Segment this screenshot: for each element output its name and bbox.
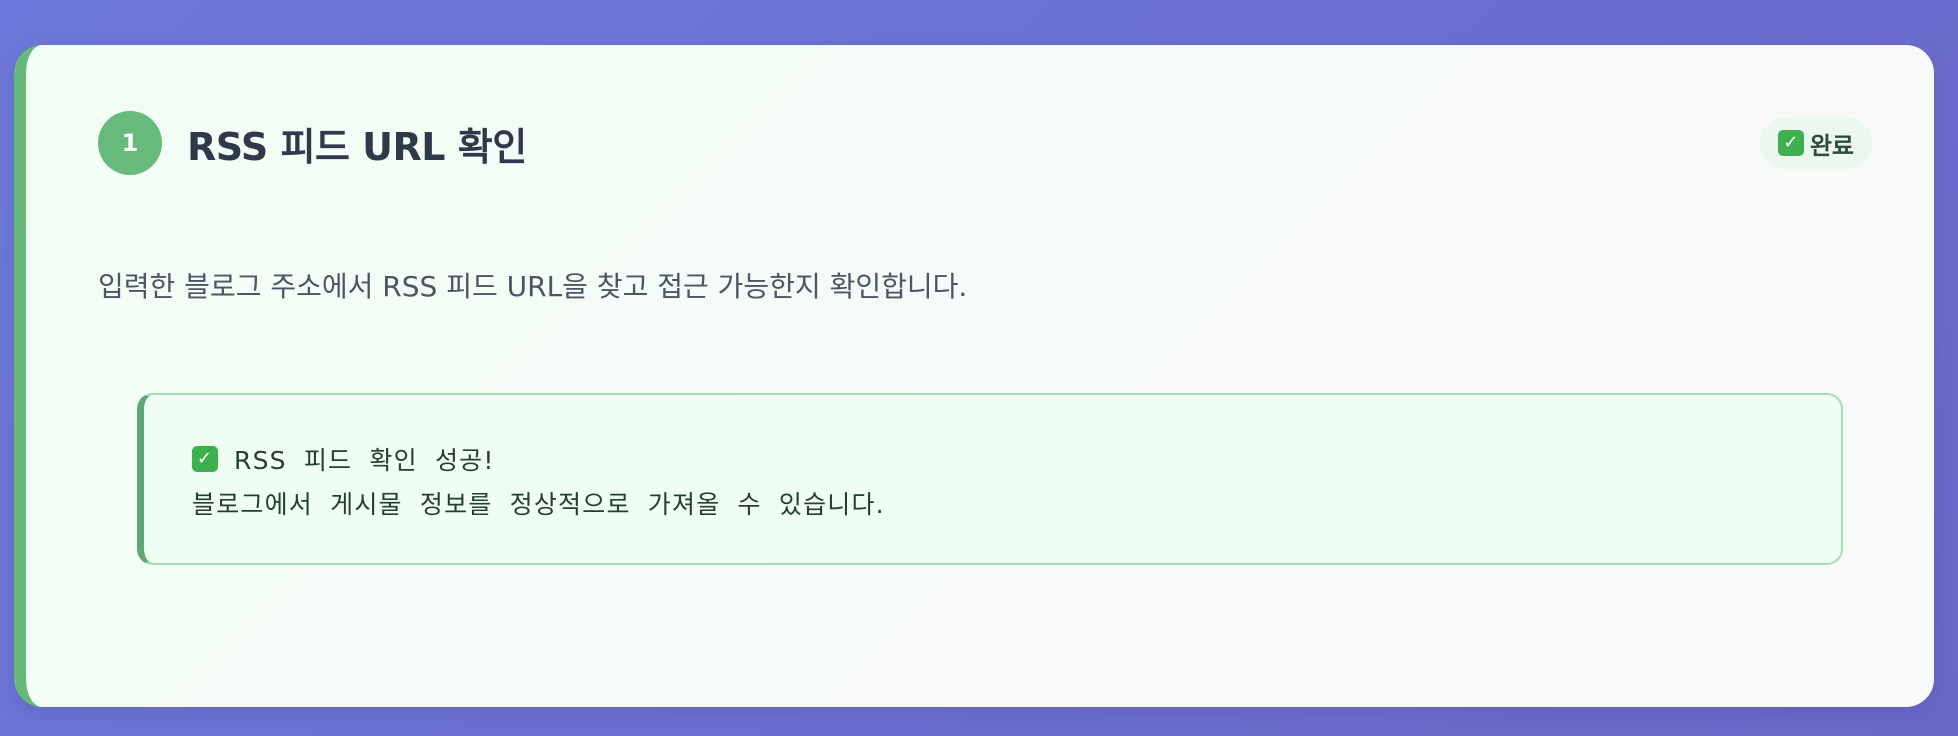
result-title-line: ✓ RSS 피드 확인 성공! — [192, 437, 1841, 481]
check-box-icon: ✓ — [192, 446, 218, 472]
status-badge: ✓ 완료 — [1759, 117, 1872, 169]
check-box-icon: ✓ — [1777, 130, 1804, 156]
step-header: 1 RSS 피드 URL 확인 — [98, 111, 527, 175]
result-title: RSS 피드 확인 성공! — [234, 446, 495, 475]
result-message-line: 블로그에서 게시물 정보를 정상적으로 가져올 수 있습니다. — [192, 481, 1841, 525]
result-message: 블로그에서 게시물 정보를 정상적으로 가져올 수 있습니다. — [192, 490, 885, 519]
step-number-badge: 1 — [98, 111, 162, 175]
status-label: 완료 — [1809, 131, 1854, 160]
step-title: RSS 피드 URL 확인 — [187, 124, 527, 169]
step-description: 입력한 블로그 주소에서 RSS 피드 URL을 찾고 접근 가능한지 확인합니… — [98, 270, 968, 303]
step-card: 1 RSS 피드 URL 확인 ✓ 완료 입력한 블로그 주소에서 RSS 피드… — [14, 45, 1934, 707]
result-message-box: ✓ RSS 피드 확인 성공! 블로그에서 게시물 정보를 정상적으로 가져올 … — [137, 393, 1843, 565]
